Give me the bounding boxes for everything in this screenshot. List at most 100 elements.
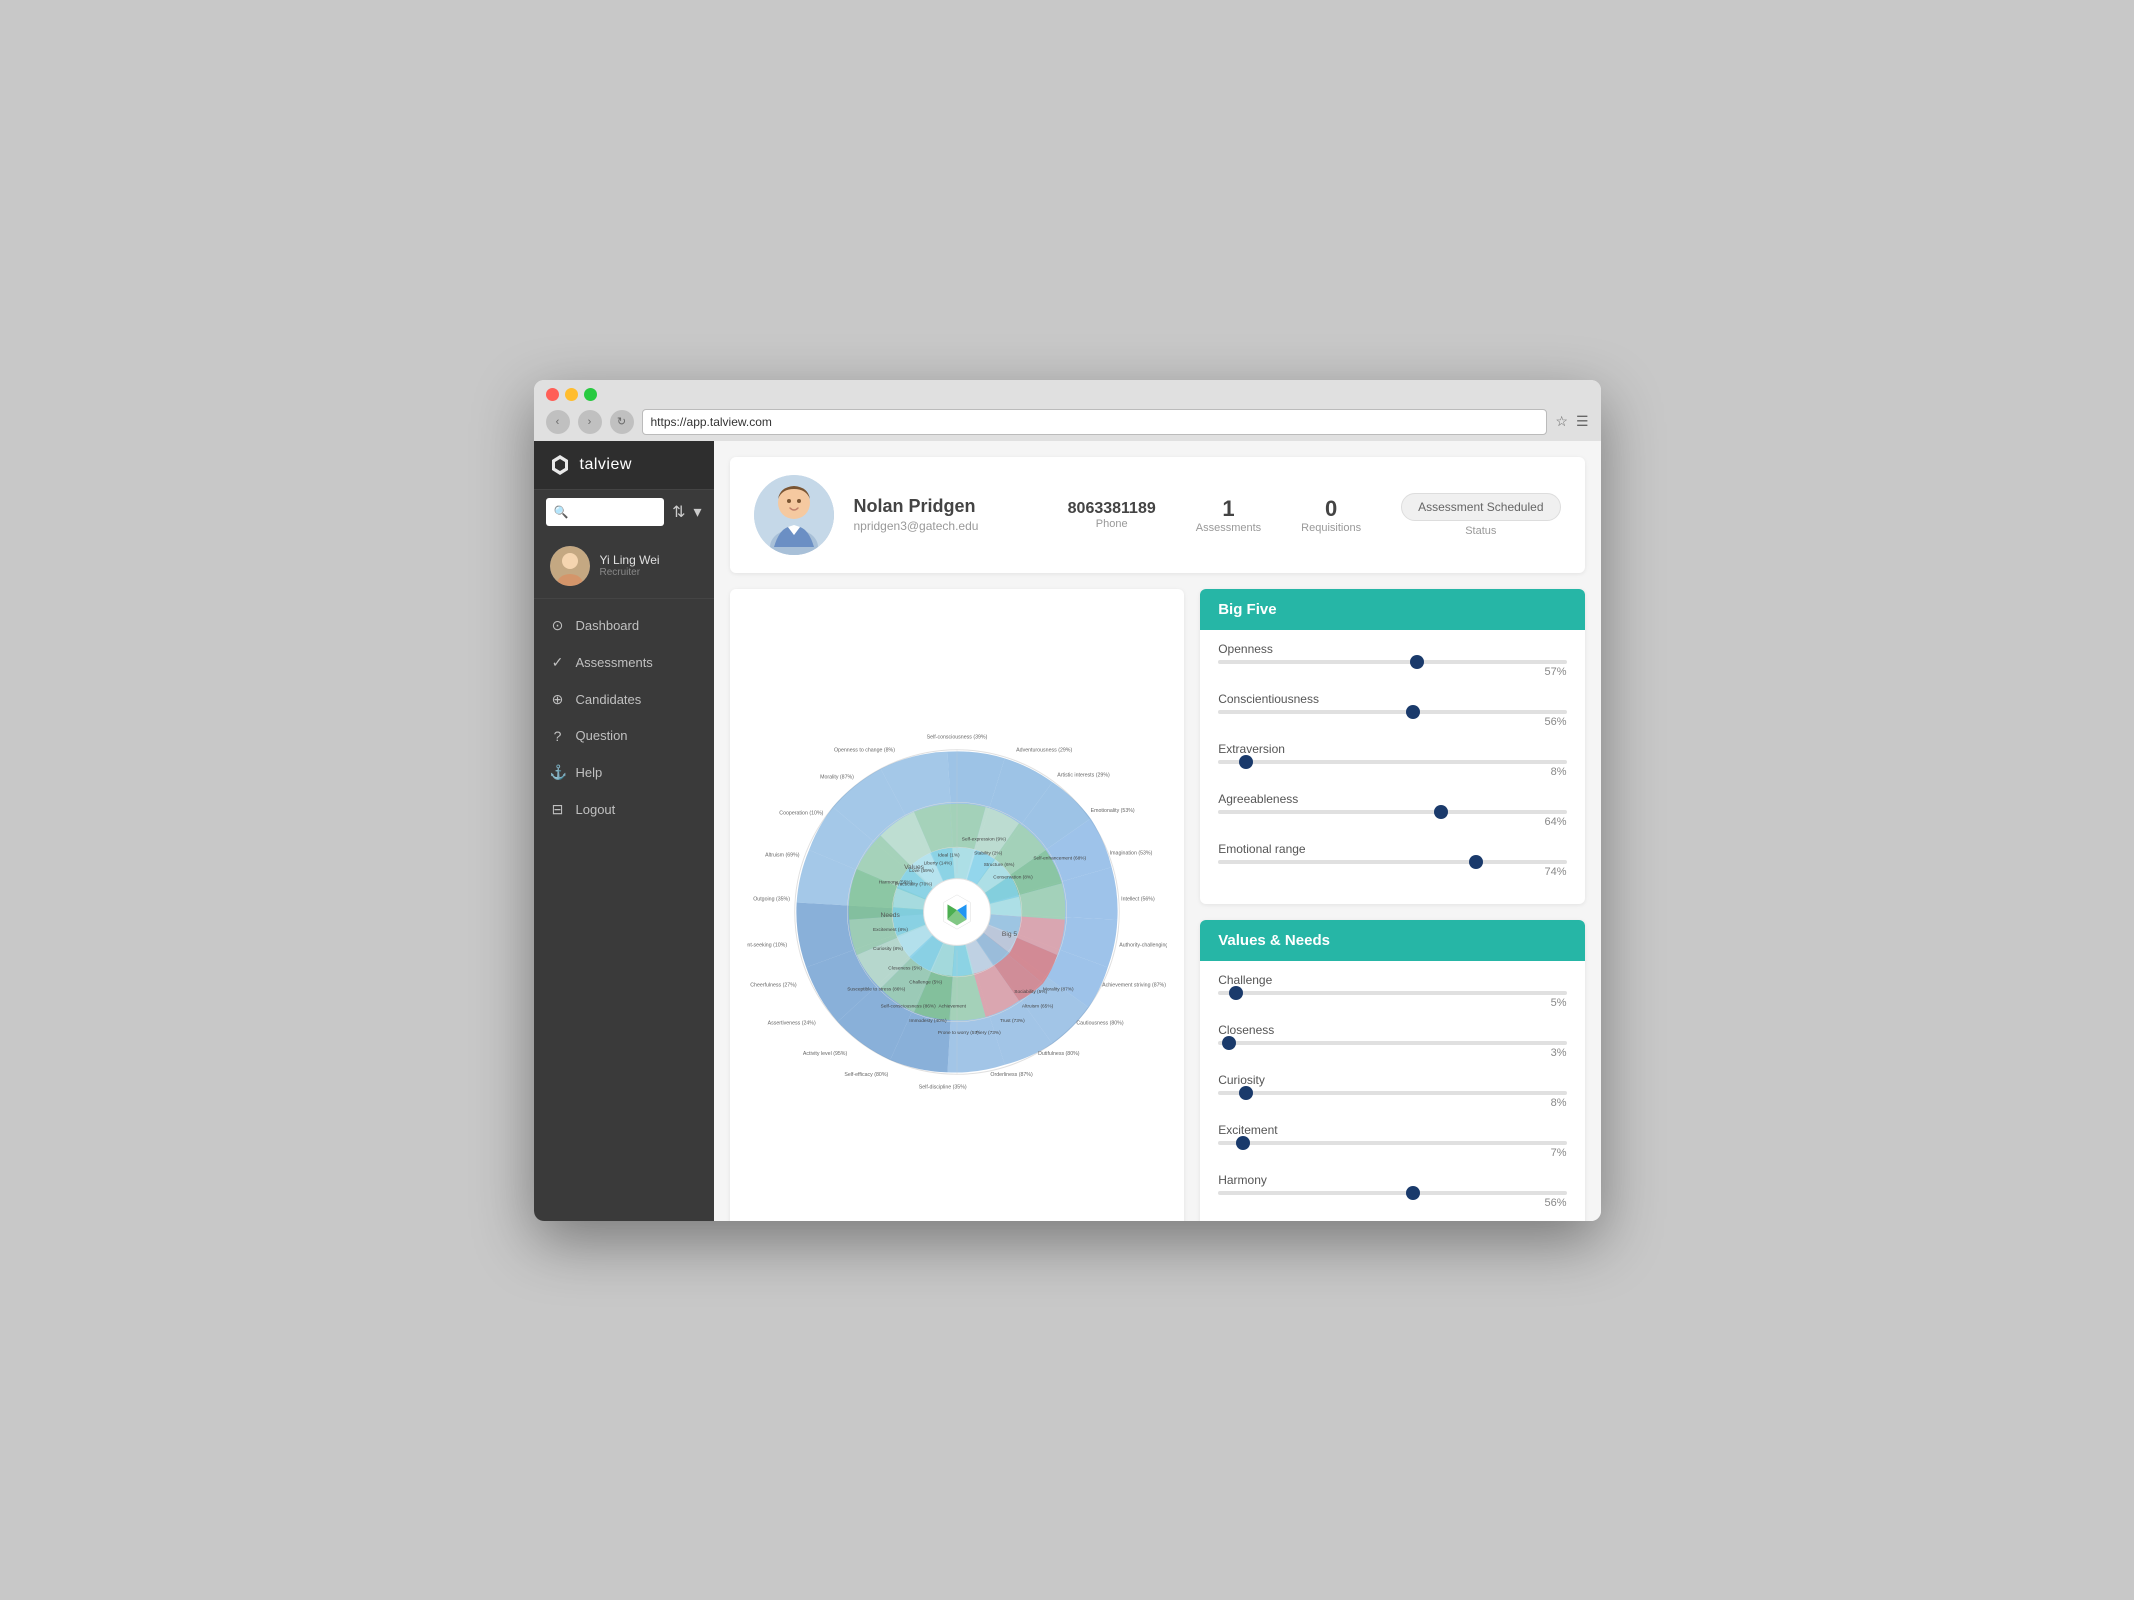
candidate-info: Nolan Pridgen npridgen3@gatech.edu: [854, 496, 1048, 533]
status-label: Status: [1401, 525, 1560, 537]
address-bar[interactable]: [642, 409, 1548, 435]
trait-row: Challenge 5%: [1218, 973, 1566, 1009]
trait-slider[interactable]: [1218, 1041, 1566, 1045]
candidate-photo: [754, 475, 834, 555]
bookmark-icon[interactable]: ☆: [1555, 413, 1568, 430]
trait-slider[interactable]: [1218, 760, 1566, 764]
svg-text:Big 5: Big 5: [1002, 930, 1017, 937]
svg-text:Openness to change (8%): Openness to change (8%): [834, 747, 895, 753]
svg-text:Achievement: Achievement: [938, 1003, 966, 1009]
sidebar-item-label: Candidates: [576, 692, 642, 707]
svg-text:Altruism (65%): Altruism (65%): [1022, 1003, 1054, 1009]
trait-slider[interactable]: [1218, 1191, 1566, 1195]
svg-text:Intellect (56%): Intellect (56%): [1121, 896, 1155, 902]
trait-slider[interactable]: [1218, 991, 1566, 995]
personality-radar: Values Needs Big 5 Self-consciousness (3…: [747, 702, 1167, 1122]
sidebar-item-logout[interactable]: ⊟ Logout: [534, 791, 714, 828]
trait-slider[interactable]: [1218, 710, 1566, 714]
svg-text:Closeness (5%): Closeness (5%): [888, 965, 922, 971]
trait-label: Closeness: [1218, 1023, 1566, 1037]
forward-button[interactable]: ›: [578, 410, 602, 434]
main-search-input[interactable]: [574, 505, 656, 519]
big-five-title: Big Five: [1218, 601, 1276, 618]
svg-text:Self-consciousness (86%): Self-consciousness (86%): [880, 1003, 936, 1009]
svg-text:Outgoing (35%): Outgoing (35%): [753, 896, 790, 902]
main-content: Nolan Pridgen npridgen3@gatech.edu 80633…: [714, 441, 1601, 1221]
trait-percent: 74%: [1218, 866, 1566, 878]
trait-label: Conscientiousness: [1218, 692, 1566, 706]
trait-slider[interactable]: [1218, 1141, 1566, 1145]
search-icon: 🔍: [554, 505, 569, 519]
back-button[interactable]: ‹: [546, 410, 570, 434]
trait-label: Curiosity: [1218, 1073, 1566, 1087]
dashboard-icon: ⊙: [550, 617, 566, 634]
browser-window: ‹ › ↻ ☆ ☰ talview 🔍: [534, 380, 1601, 1221]
trait-slider[interactable]: [1218, 860, 1566, 864]
assessments-value: 1: [1196, 496, 1261, 522]
svg-text:Self-consciousness (39%): Self-consciousness (39%): [927, 734, 988, 740]
dropdown-icon[interactable]: ▾: [693, 502, 701, 522]
sidebar-item-help[interactable]: ⚓ Help: [534, 754, 714, 791]
trait-percent: 56%: [1218, 716, 1566, 728]
trait-label: Challenge: [1218, 973, 1566, 987]
trait-percent: 8%: [1218, 1097, 1566, 1109]
app-layout: talview 🔍 ⇅ ▾: [534, 441, 1601, 1221]
trait-slider[interactable]: [1218, 660, 1566, 664]
status-badge: Assessment Scheduled: [1401, 493, 1560, 521]
trait-slider[interactable]: [1218, 1091, 1566, 1095]
trait-label: Harmony: [1218, 1173, 1566, 1187]
sidebar-item-question[interactable]: ? Question: [534, 718, 714, 754]
app-logo-text: talview: [580, 456, 632, 474]
status-text: Assessment Scheduled: [1418, 500, 1543, 514]
trait-percent: 57%: [1218, 666, 1566, 678]
svg-text:Achievement striving (87%): Achievement striving (87%): [1102, 982, 1166, 988]
user-name: Yi Ling Wei: [600, 553, 698, 567]
close-button[interactable]: [546, 388, 559, 401]
trait-percent: 5%: [1218, 997, 1566, 1009]
sidebar-item-label: Question: [576, 728, 628, 743]
trait-percent: 56%: [1218, 1197, 1566, 1209]
sidebar-item-candidates[interactable]: ⊕ Candidates: [534, 681, 714, 718]
svg-text:Emotionality (53%): Emotionality (53%): [1090, 807, 1134, 813]
svg-text:Self-enhancement (68%): Self-enhancement (68%): [1033, 855, 1086, 861]
svg-text:Self-expression (9%): Self-expression (9%): [962, 836, 1007, 842]
sidebar-item-dashboard[interactable]: ⊙ Dashboard: [534, 607, 714, 644]
big-five-header: Big Five: [1200, 589, 1584, 630]
trait-row: Extraversion 8%: [1218, 742, 1566, 778]
avatar: [550, 546, 590, 586]
svg-text:Morality (87%): Morality (87%): [1043, 986, 1074, 992]
svg-text:Authority-challenging (79%): Authority-challenging (79%): [1119, 942, 1167, 948]
trait-label: Agreeableness: [1218, 792, 1566, 806]
minimize-button[interactable]: [565, 388, 578, 401]
menu-icon[interactable]: ☰: [1576, 413, 1589, 430]
nav-menu: ⊙ Dashboard ✓ Assessments ⊕ Candidates ?…: [534, 599, 714, 1221]
svg-text:Structure (6%): Structure (6%): [984, 862, 1015, 868]
big-five-body: Openness 57% Conscientiousness 56% Extra…: [1200, 630, 1584, 904]
svg-text:Excitement (8%): Excitement (8%): [873, 927, 908, 933]
svg-text:Prone to worry (57): Prone to worry (57): [938, 1030, 979, 1036]
reload-button[interactable]: ↻: [610, 410, 634, 434]
maximize-button[interactable]: [584, 388, 597, 401]
sidebar-item-assessments[interactable]: ✓ Assessments: [534, 644, 714, 681]
svg-text:Susceptible to stress (86%): Susceptible to stress (86%): [847, 986, 905, 992]
trait-row: Harmony 56%: [1218, 1173, 1566, 1209]
browser-chrome: ‹ › ↻ ☆ ☰: [534, 380, 1601, 441]
user-role: Recruiter: [600, 567, 698, 578]
logout-icon: ⊟: [550, 801, 566, 818]
svg-text:Cheerfulness (27%): Cheerfulness (27%): [750, 982, 797, 988]
sidebar-item-label: Logout: [576, 802, 616, 817]
svg-text:Altruism (69%): Altruism (69%): [765, 852, 800, 858]
values-needs-header: Values & Needs: [1200, 920, 1584, 961]
svg-text:Adventurousness (29%): Adventurousness (29%): [1016, 747, 1072, 753]
svg-text:Orderliness (87%): Orderliness (87%): [990, 1072, 1033, 1078]
svg-text:Ideal (1%): Ideal (1%): [938, 852, 960, 858]
status-block: Assessment Scheduled Status: [1401, 493, 1560, 537]
svg-text:Self-discipline (35%): Self-discipline (35%): [919, 1084, 967, 1090]
svg-text:Self-efficacy (80%): Self-efficacy (80%): [844, 1072, 888, 1078]
svg-text:Needs: Needs: [880, 911, 900, 918]
sort-icon[interactable]: ⇅: [672, 502, 685, 522]
candidates-icon: ⊕: [550, 691, 566, 708]
candidate-name: Nolan Pridgen: [854, 496, 1048, 517]
candidate-card: Nolan Pridgen npridgen3@gatech.edu 80633…: [730, 457, 1585, 573]
trait-slider[interactable]: [1218, 810, 1566, 814]
